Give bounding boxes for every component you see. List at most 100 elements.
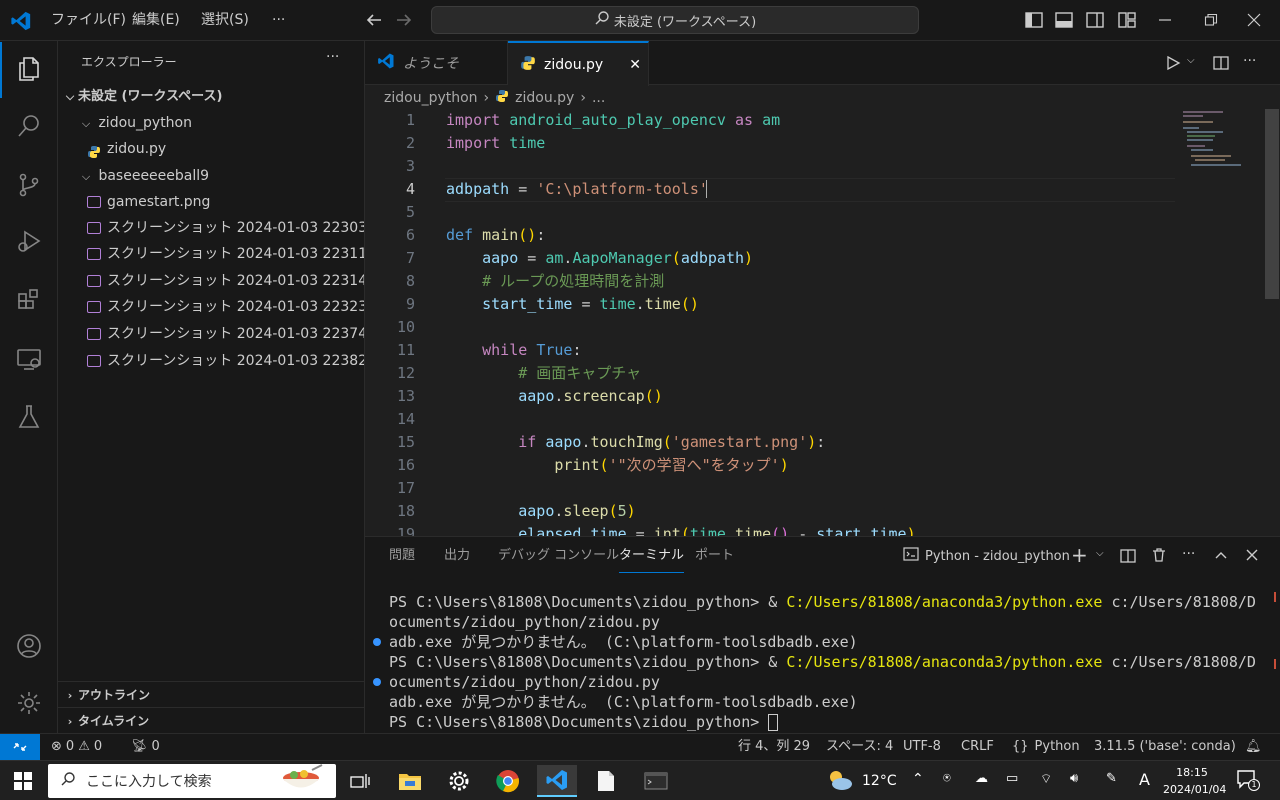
file-explorer-icon[interactable] xyxy=(390,765,430,797)
breadcrumb-symbol[interactable]: ... xyxy=(592,90,605,106)
tab-debug-console[interactable]: デバッグ コンソール xyxy=(498,537,619,575)
menu-more[interactable]: ··· xyxy=(268,0,289,41)
file-gamestart[interactable]: gamestart.png xyxy=(58,189,364,215)
file-screenshot[interactable]: スクリーンショット 2024-01-03 223035.... xyxy=(58,215,364,241)
command-decoration-icon[interactable] xyxy=(373,678,381,686)
wifi-icon[interactable]: ⌔ xyxy=(1040,771,1052,787)
file-screenshot[interactable]: スクリーンショット 2024-01-03 223741.... xyxy=(58,321,364,347)
language-mode[interactable]: {} Python xyxy=(1012,734,1080,760)
menu-selection[interactable]: 選択(S) xyxy=(197,0,253,41)
notification-count-badge: 1 xyxy=(1248,779,1260,791)
new-terminal-plus-icon[interactable]: + xyxy=(1071,543,1088,567)
menu-edit[interactable]: 編集(E) xyxy=(128,0,184,41)
windows-start-icon[interactable] xyxy=(14,772,32,794)
close-tab-icon[interactable]: ✕ xyxy=(629,57,641,73)
tab-zidou-py[interactable]: zidou.py ✕ xyxy=(508,41,649,86)
chrome-icon[interactable] xyxy=(488,765,528,797)
terminal-dropdown-chevron-icon[interactable]: ⌵ xyxy=(1096,548,1104,559)
testing-icon[interactable] xyxy=(0,389,58,445)
source-control-icon[interactable] xyxy=(0,157,58,213)
menu-file[interactable]: ファイル(F) xyxy=(47,0,130,41)
tab-ports[interactable]: ポート xyxy=(695,537,734,575)
cursor-position[interactable]: 行 4、列 29 xyxy=(738,734,810,760)
close-window-icon[interactable] xyxy=(1244,10,1264,30)
maximize-panel-chevron-up-icon[interactable] xyxy=(1214,547,1228,566)
editor-scrollbar[interactable] xyxy=(1265,109,1279,299)
terminal-output[interactable]: PS C:\Users\81808\Documents\zidou_python… xyxy=(365,592,1280,734)
temperature[interactable]: 12°C xyxy=(862,773,897,789)
file-screenshot[interactable]: スクリーンショット 2024-01-03 223144.... xyxy=(58,268,364,294)
kill-terminal-trash-icon[interactable] xyxy=(1151,547,1167,567)
show-hidden-icons-chevron-icon[interactable]: ⌃ xyxy=(912,771,924,787)
notepad-icon[interactable] xyxy=(586,765,626,797)
command-center-search[interactable]: 未設定 (ワークスペース) xyxy=(431,6,919,34)
volume-icon[interactable]: 🔊︎ xyxy=(1070,771,1078,786)
explorer-icon[interactable] xyxy=(0,41,58,97)
run-dropdown-chevron-icon[interactable]: ⌵ xyxy=(1187,55,1195,66)
timeline-section[interactable]: › タイムライン xyxy=(58,707,364,733)
workspace-root[interactable]: ⌵ 未設定 (ワークスペース) xyxy=(58,84,364,110)
settings-gear-icon[interactable] xyxy=(439,765,479,797)
breadcrumb-folder[interactable]: zidou_python xyxy=(384,90,478,106)
outline-section[interactable]: › アウトライン xyxy=(58,681,364,707)
panel-more-icon[interactable]: ··· xyxy=(1182,546,1195,562)
terminal-selector[interactable]: Python - zidou_python xyxy=(903,546,1070,566)
task-view-icon[interactable] xyxy=(340,765,380,797)
terminal-app-icon[interactable] xyxy=(636,765,676,797)
manage-gear-icon[interactable] xyxy=(0,675,58,731)
file-screenshot[interactable]: スクリーンショット 2024-01-03 223110.... xyxy=(58,241,364,267)
close-panel-icon[interactable] xyxy=(1245,547,1259,566)
file-screenshot[interactable]: スクリーンショット 2024-01-03 223824.... xyxy=(58,348,364,374)
tab-output[interactable]: 出力 xyxy=(444,537,470,575)
tab-terminal[interactable]: ターミナル xyxy=(619,537,685,573)
battery-icon[interactable]: ▭ xyxy=(1006,771,1018,786)
minimize-icon[interactable] xyxy=(1155,10,1175,30)
split-terminal-icon[interactable] xyxy=(1120,548,1136,568)
tab-problems[interactable]: 問題 xyxy=(389,537,415,575)
code-editor[interactable]: 1 import android_auto_play_opencv as am 2… xyxy=(365,109,1280,536)
notification-center-icon[interactable]: 1 xyxy=(1236,769,1260,793)
encoding[interactable]: UTF-8 xyxy=(903,734,941,760)
tab-welcome[interactable]: ようこそ xyxy=(365,41,508,85)
run-python-file-icon[interactable] xyxy=(1163,53,1183,73)
remote-explorer-icon[interactable] xyxy=(0,331,58,387)
forward-arrow-icon[interactable] xyxy=(394,10,414,30)
command-decoration-icon[interactable] xyxy=(373,638,381,646)
search-view-icon[interactable] xyxy=(0,98,58,154)
weather-cloud-icon[interactable] xyxy=(826,768,854,796)
restore-icon[interactable] xyxy=(1201,10,1221,30)
sidebar-more-button[interactable]: ··· xyxy=(326,49,339,65)
file-screenshot[interactable]: スクリーンショット 2024-01-03 223232.... xyxy=(58,294,364,320)
back-arrow-icon[interactable] xyxy=(364,10,384,30)
customize-layout-icon[interactable] xyxy=(1117,10,1137,30)
editor-more-actions-icon[interactable]: ··· xyxy=(1243,53,1256,69)
minimap[interactable] xyxy=(1175,109,1265,169)
python-interpreter[interactable]: 3.11.5 ('base': conda) xyxy=(1094,734,1236,760)
line-number: 12 xyxy=(396,364,415,382)
notifications-bell-icon[interactable]: 🔔︎ xyxy=(1245,734,1262,760)
pen-icon[interactable]: ✎ xyxy=(1106,771,1117,786)
split-editor-icon[interactable] xyxy=(1211,53,1231,73)
toggle-secondary-sidebar-icon[interactable] xyxy=(1085,10,1105,30)
accounts-icon[interactable] xyxy=(0,618,58,674)
vscode-taskbar-icon[interactable] xyxy=(537,765,577,797)
ime-mode[interactable]: A xyxy=(1139,770,1150,789)
indentation[interactable]: スペース: 4 xyxy=(826,734,893,760)
remote-indicator-icon[interactable] xyxy=(0,734,40,760)
run-debug-icon[interactable] xyxy=(0,213,58,269)
end-of-line[interactable]: CRLF xyxy=(961,734,994,760)
ports-indicator[interactable]: 📡︎ 0 xyxy=(131,734,160,760)
extensions-icon[interactable] xyxy=(0,272,58,328)
taskbar-search-box[interactable]: ここに入力して検索 xyxy=(48,764,336,798)
clock[interactable]: 18:15 2024/01/04 xyxy=(1163,764,1226,798)
onedrive-icon[interactable]: ☁ xyxy=(975,771,988,786)
meet-now-icon[interactable]: ⍟ xyxy=(943,771,951,786)
toggle-primary-sidebar-icon[interactable] xyxy=(1024,10,1044,30)
folder-baseeeeeeball9[interactable]: ⌵ baseeeeeeball9 xyxy=(58,163,364,189)
file-zidou-py[interactable]: zidou.py xyxy=(58,136,364,162)
folder-zidou-python[interactable]: ⌵ zidou_python xyxy=(58,110,364,136)
breadcrumb-file[interactable]: zidou.py xyxy=(515,90,574,106)
chevron-right-icon: › xyxy=(67,689,73,702)
toggle-panel-icon[interactable] xyxy=(1054,10,1074,30)
problems-indicator[interactable]: ⊗ 0 ⚠ 0 xyxy=(51,734,102,760)
